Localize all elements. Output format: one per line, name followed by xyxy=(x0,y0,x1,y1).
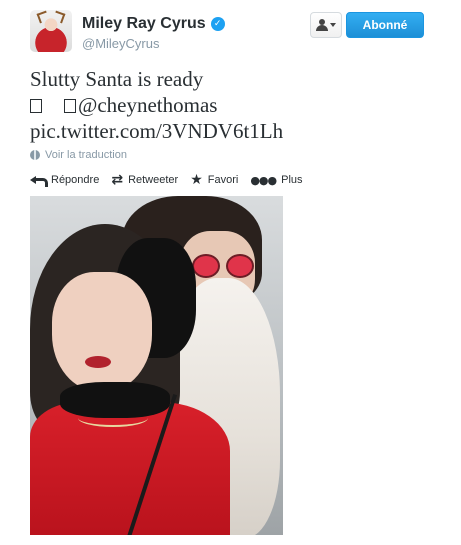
photo-shape xyxy=(78,409,148,427)
reply-action[interactable]: Répondre xyxy=(30,174,100,187)
missing-glyph-box xyxy=(64,99,76,113)
star-icon: ★ xyxy=(190,172,203,188)
tweet-line: Slutty Santa is ready xyxy=(30,67,204,91)
antler-decoration xyxy=(52,10,66,24)
antler-decoration xyxy=(36,10,50,24)
tweet-text: Slutty Santa is ready @cheynethomas pic.… xyxy=(30,66,440,144)
photo-shape xyxy=(192,254,220,278)
more-icon: ●●● xyxy=(250,173,277,187)
tweet-line: @cheynethomas xyxy=(30,92,440,118)
tweet-photo[interactable] xyxy=(30,196,283,535)
caret-down-icon xyxy=(330,23,336,27)
user-actions-dropdown-button[interactable] xyxy=(310,12,342,38)
tweet-actions: Répondre ⇄ Retweeter ★ Favori ●●● Plus xyxy=(30,172,303,188)
photo-link[interactable]: pic.twitter.com/3VNDV6t1Lh xyxy=(30,118,440,144)
follow-button[interactable]: Abonné xyxy=(346,12,424,38)
translate-link[interactable]: Voir la traduction xyxy=(30,149,127,161)
more-label: Plus xyxy=(281,174,303,186)
translate-label: Voir la traduction xyxy=(45,149,127,161)
mention-link[interactable]: @cheynethomas xyxy=(78,93,217,117)
user-screen-name[interactable]: @MileyCyrus xyxy=(82,36,159,51)
photo-shape xyxy=(52,272,152,392)
globe-icon xyxy=(30,150,40,160)
missing-glyph-box xyxy=(30,99,42,113)
favorite-label: Favori xyxy=(207,174,239,186)
retweet-label: Retweeter xyxy=(128,174,179,186)
photo-shape xyxy=(85,356,111,368)
user-name-row: Miley Ray Cyrus ✓ xyxy=(82,15,225,33)
retweet-icon: ⇄ xyxy=(111,172,124,188)
verified-icon: ✓ xyxy=(210,17,225,31)
user-fullname[interactable]: Miley Ray Cyrus xyxy=(82,15,206,33)
reply-icon xyxy=(30,174,48,187)
photo-shape xyxy=(226,254,254,278)
favorite-action[interactable]: ★ Favori xyxy=(190,172,238,188)
more-action[interactable]: ●●● Plus xyxy=(250,174,302,187)
user-icon xyxy=(316,19,328,31)
avatar[interactable] xyxy=(30,10,72,52)
retweet-action[interactable]: ⇄ Retweeter xyxy=(111,172,178,188)
reply-label: Répondre xyxy=(51,174,100,186)
